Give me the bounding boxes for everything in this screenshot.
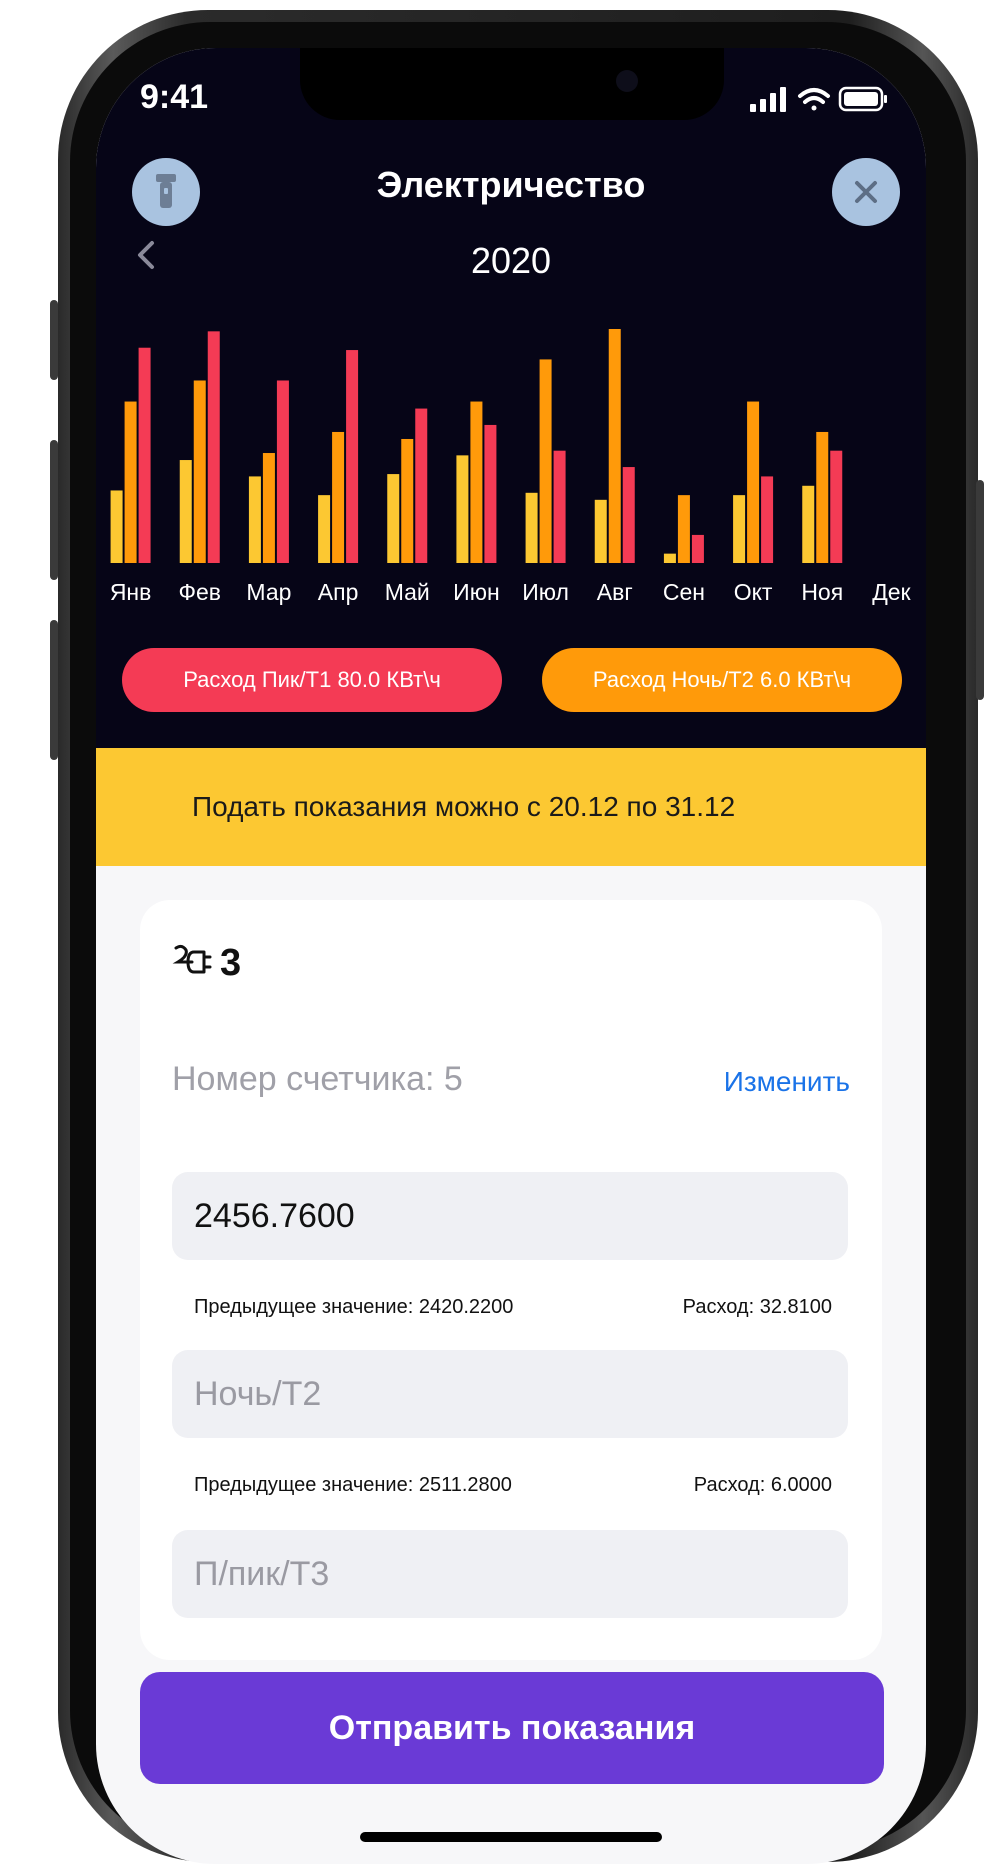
night-consumption-pill[interactable]: Расход Ночь/T2 6.0 КВт\ч — [542, 648, 902, 712]
change-meter-link[interactable]: Изменить — [724, 1066, 850, 1098]
t1-reading-input[interactable]: 2456.7600 — [172, 1172, 848, 1260]
submit-label: Отправить показания — [328, 1708, 696, 1747]
chart-bar — [484, 424, 497, 563]
chart-bar — [193, 380, 206, 563]
chart-bar — [262, 453, 275, 563]
chart-bar — [747, 401, 760, 563]
plug-icon — [172, 944, 212, 974]
t3-placeholder: П/пик/Т3 — [194, 1554, 330, 1593]
month-tick-label: Июл — [522, 579, 569, 605]
power-button — [976, 480, 984, 700]
chart-bar — [276, 380, 289, 563]
month-tick-label: Мар — [246, 579, 291, 605]
chart-bar — [207, 331, 220, 563]
volume-up-button — [50, 440, 58, 580]
month-tick-label: Дек — [872, 579, 911, 605]
chart-bar — [346, 350, 359, 563]
camera — [616, 70, 638, 92]
t3-reading-input[interactable]: П/пик/Т3 — [172, 1530, 848, 1618]
chart-bar — [248, 476, 261, 563]
app-screen: 9:41 Электричество 2020 Янв Фев Мар Апр … — [96, 48, 926, 1864]
home-indicator — [360, 1832, 662, 1842]
chart-bar — [456, 455, 469, 563]
chart-bar — [387, 474, 400, 563]
month-tick-label: Ноя — [801, 579, 843, 605]
month-tick-label: Фев — [179, 579, 222, 605]
peak-consumption-pill[interactable]: Расход Пик/T1 80.0 КВт\ч — [122, 648, 502, 712]
wifi-icon — [798, 88, 830, 111]
year-label: 2020 — [470, 240, 552, 281]
month-tick-label: Авг — [597, 579, 633, 605]
chart-bar — [622, 467, 635, 563]
chart-bar — [124, 401, 137, 563]
chart-bar — [816, 431, 829, 563]
night-consumption-label: Расход Ночь/T2 6.0 КВт\ч — [592, 667, 852, 692]
consumption-chart: Янв Фев Мар Апр Май Июн Июл Авг Сен Окт Ноя Дек — [110, 329, 912, 605]
chart-bar — [608, 329, 621, 563]
chart-bar — [677, 495, 690, 563]
chart-bar — [179, 460, 192, 563]
banner-text: Подать показания можно с 20.12 по 31.12 — [192, 791, 736, 822]
month-tick-label: Окт — [734, 579, 773, 605]
volume-down-button — [50, 620, 58, 760]
t1-previous-value: Предыдущее значение: 2420.2200 — [194, 1296, 514, 1318]
chart-bar — [332, 431, 345, 563]
t2-placeholder: Ночь/T2 — [194, 1374, 322, 1413]
meter-card: 3 Номер счетчика: 5 Изменить 2456.7600 П… — [140, 900, 882, 1660]
signal-icon — [750, 87, 786, 112]
t1-reading-value: 2456.7600 — [194, 1196, 355, 1235]
meter-number: Номер счетчика: 5 — [172, 1060, 463, 1098]
chart-bar — [110, 490, 123, 563]
chart-bar — [802, 485, 815, 563]
chart-bar — [415, 408, 428, 563]
chart-bar — [539, 359, 552, 563]
month-tick-label: Апр — [318, 579, 359, 605]
battery-icon — [838, 86, 887, 112]
chart-bar — [318, 495, 331, 563]
chart-bar — [401, 438, 414, 563]
meter-name: 3 — [220, 942, 242, 984]
t2-previous-value: Предыдущее значение: 2511.2800 — [194, 1474, 512, 1496]
t2-consumption: Расход: 6.0000 — [693, 1474, 832, 1496]
chart-bar — [553, 450, 566, 563]
page-title: Электричество — [376, 164, 646, 205]
chart-bar — [525, 492, 538, 563]
month-tick-label: Июн — [453, 579, 499, 605]
chart-bar — [594, 499, 607, 563]
t2-reading-input[interactable]: Ночь/T2 — [172, 1350, 848, 1438]
chart-bar — [733, 495, 746, 563]
chart-bar — [761, 476, 774, 563]
month-tick-label: Янв — [110, 579, 152, 605]
status-icons — [750, 86, 887, 112]
chart-bar — [663, 553, 676, 563]
notch — [300, 48, 724, 120]
submit-readings-button[interactable]: Отправить показания — [140, 1672, 884, 1784]
chart-bar — [830, 450, 843, 563]
peak-consumption-label: Расход Пик/T1 80.0 КВт\ч — [183, 667, 441, 692]
close-button[interactable] — [832, 158, 900, 226]
t1-consumption: Расход: 32.8100 — [682, 1296, 832, 1318]
silent-switch — [50, 300, 58, 380]
chart-bar — [691, 534, 704, 563]
chart-bar — [470, 401, 483, 563]
month-tick-label: Май — [385, 579, 430, 605]
chart-bar — [138, 347, 151, 563]
status-time: 9:41 — [140, 78, 209, 116]
submission-window-banner: Подать показания можно с 20.12 по 31.12 — [96, 748, 926, 866]
month-tick-label: Сен — [663, 579, 705, 605]
close-icon — [855, 181, 877, 203]
